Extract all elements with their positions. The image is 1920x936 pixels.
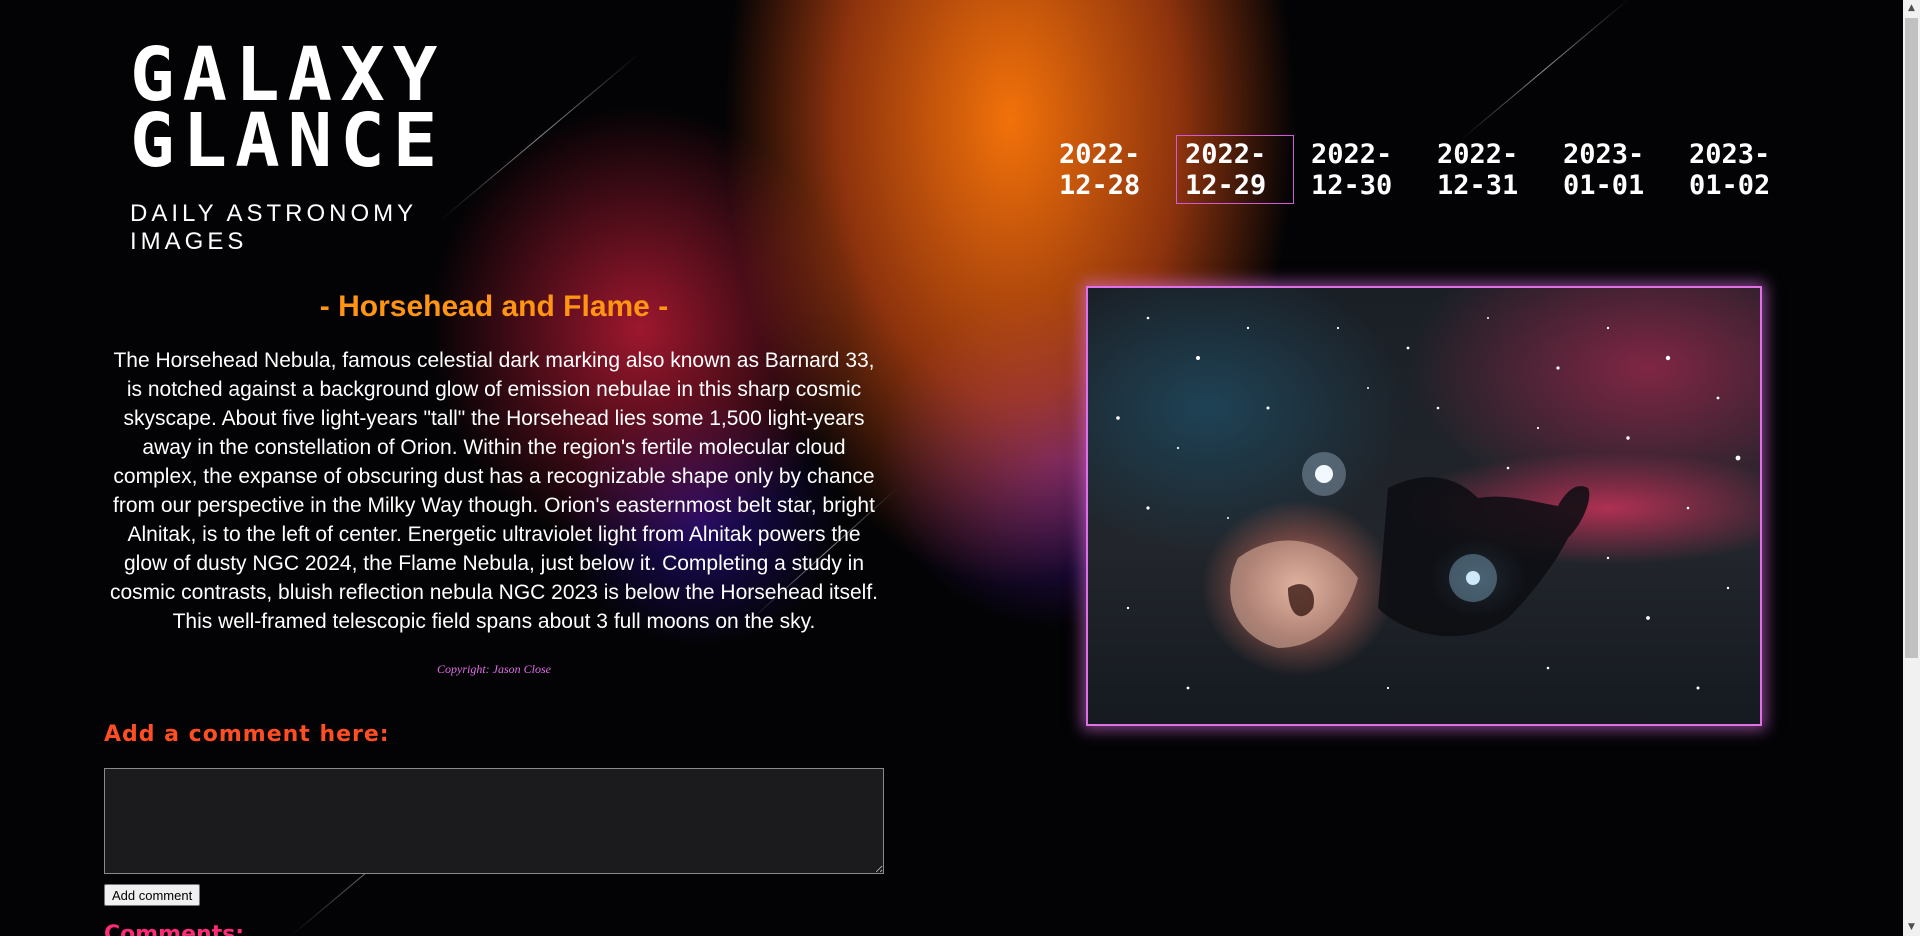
scroll-up-arrow-icon[interactable]: ▲ [1903, 0, 1920, 17]
logo-title-line2: GLANCE [130, 98, 446, 184]
article-title: - Horsehead and Flame - [319, 290, 669, 323]
date-link-2022-12-29[interactable]: 2022- 12-29 [1176, 135, 1294, 204]
date-link-2023-01-02[interactable]: 2023- 01-02 [1680, 135, 1798, 204]
add-comment-heading: Add a comment here: [104, 722, 390, 747]
reflection-nebula-ngc2023 [1449, 554, 1497, 602]
star-glow [1302, 452, 1346, 496]
scroll-thumb[interactable] [1905, 18, 1918, 658]
article-body: The Horsehead Nebula, famous celestial d… [109, 349, 879, 633]
site-logo[interactable]: GALAXY GLANCE DAILY ASTRONOMY IMAGES [130, 38, 530, 256]
page: GALAXY GLANCE DAILY ASTRONOMY IMAGES 202… [0, 0, 1920, 936]
date-link-2022-12-28[interactable]: 2022- 12-28 [1050, 135, 1168, 204]
date-nav: 2022- 12-28 2022- 12-29 2022- 12-30 2022… [1050, 135, 1806, 204]
add-comment-button[interactable]: Add comment [104, 884, 201, 906]
date-link-2022-12-31[interactable]: 2022- 12-31 [1428, 135, 1546, 204]
date-link-2022-12-30[interactable]: 2022- 12-30 [1302, 135, 1420, 204]
astronomy-photo[interactable] [1086, 286, 1762, 726]
nebula-image [1116, 316, 1741, 690]
copyright-text: Copyright: Jason Close [437, 662, 551, 676]
page-scrollbar[interactable]: ▲ ▼ [1903, 0, 1920, 936]
date-link-2023-01-01[interactable]: 2023- 01-01 [1554, 135, 1672, 204]
decorative-streak [1460, 0, 1630, 141]
logo-subtitle: DAILY ASTRONOMY IMAGES [130, 200, 417, 255]
scroll-down-arrow-icon[interactable]: ▼ [1903, 919, 1920, 936]
comments-list-heading: Comments: [104, 922, 245, 936]
article: - Horsehead and Flame - The Horsehead Ne… [104, 280, 884, 677]
comment-textarea[interactable] [104, 768, 884, 874]
logo-title: GALAXY GLANCE [130, 38, 530, 184]
